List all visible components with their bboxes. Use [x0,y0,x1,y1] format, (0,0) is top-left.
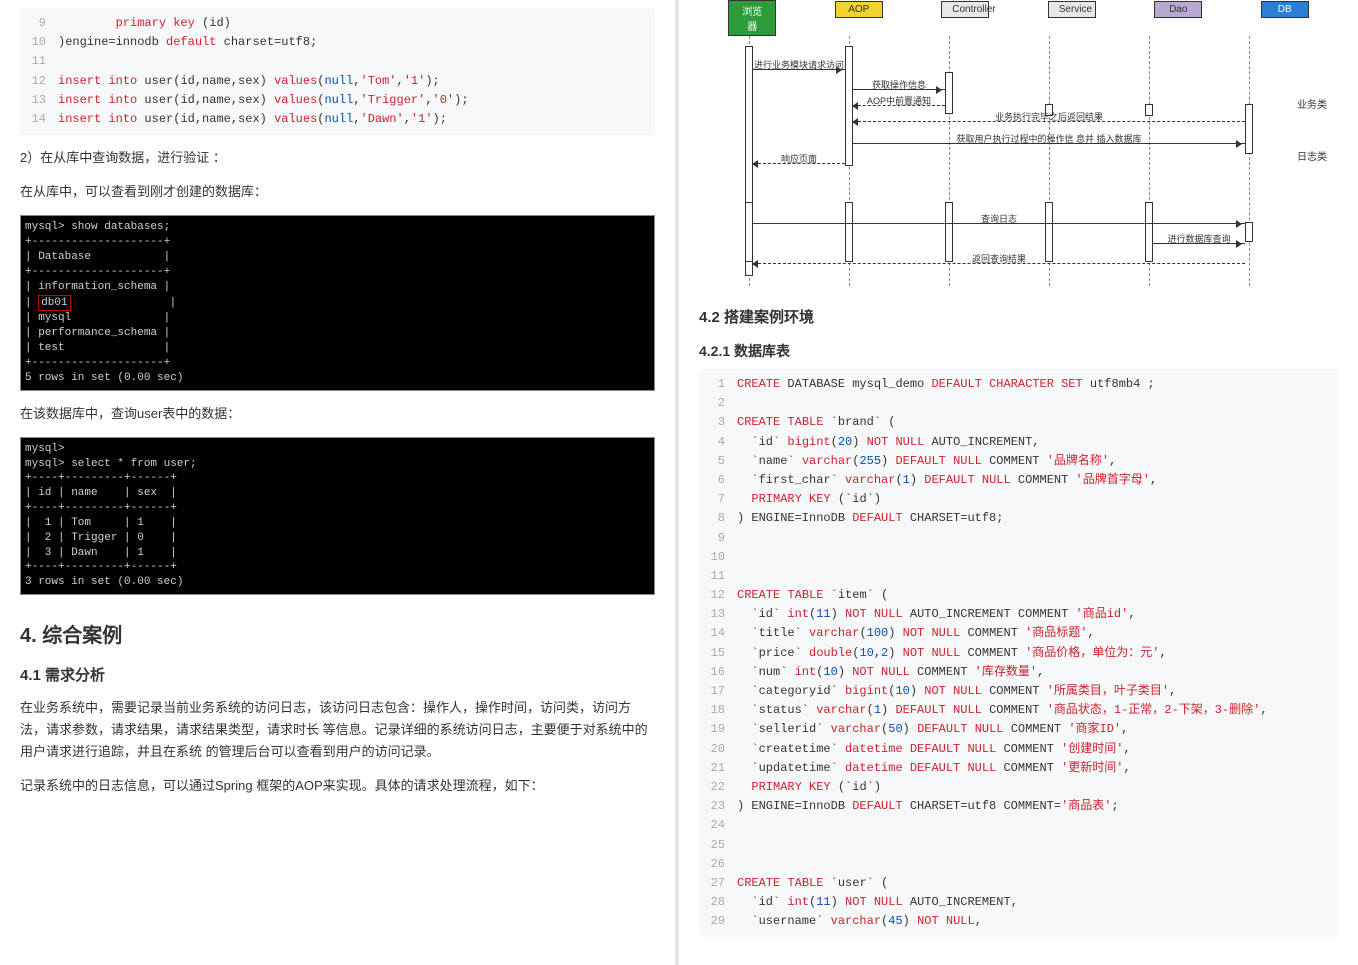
heading-4-2: 4.2 搭建案例环境 [699,306,1338,327]
paragraph-query-user: 在该数据库中，查询user表中的数据： [20,403,655,425]
paragraph-req-2: 记录系统中的日志信息，可以通过Spring 框架的AOP来实现。具体的请求处理流… [20,775,655,797]
terminal-user-select: mysql>mysql> select * from user;+----+--… [20,437,655,595]
heading-4-2-1: 4.2.1 数据库表 [699,341,1338,361]
sequence-diagram: 浏览器AOPControllerServiceDaoDB进行业务模块请求访问获取… [699,0,1338,286]
left-page: 9 primary key (id)10)engine=innodb defau… [0,0,679,965]
paragraph-slave-db: 在从库中，可以查看到刚才创建的数据库： [20,181,655,203]
terminal-databases: mysql> show databases;+-----------------… [20,215,655,390]
paragraph-req-1: 在业务系统中，需要记录当前业务系统的访问日志，该访问日志包含：操作人，操作时间，… [20,697,655,763]
paragraph-verify: 2）在从库中查询数据，进行验证 ： [20,147,655,169]
codeblock-insert: 9 primary key (id)10)engine=innodb defau… [20,8,655,135]
heading-4: 4. 综合案例 [20,619,655,648]
heading-4-1: 4.1 需求分析 [20,664,655,685]
codeblock-ddl: 1CREATE DATABASE mysql_demo DEFAULT CHAR… [699,369,1338,937]
right-page: 浏览器AOPControllerServiceDaoDB进行业务模块请求访问获取… [679,0,1358,965]
